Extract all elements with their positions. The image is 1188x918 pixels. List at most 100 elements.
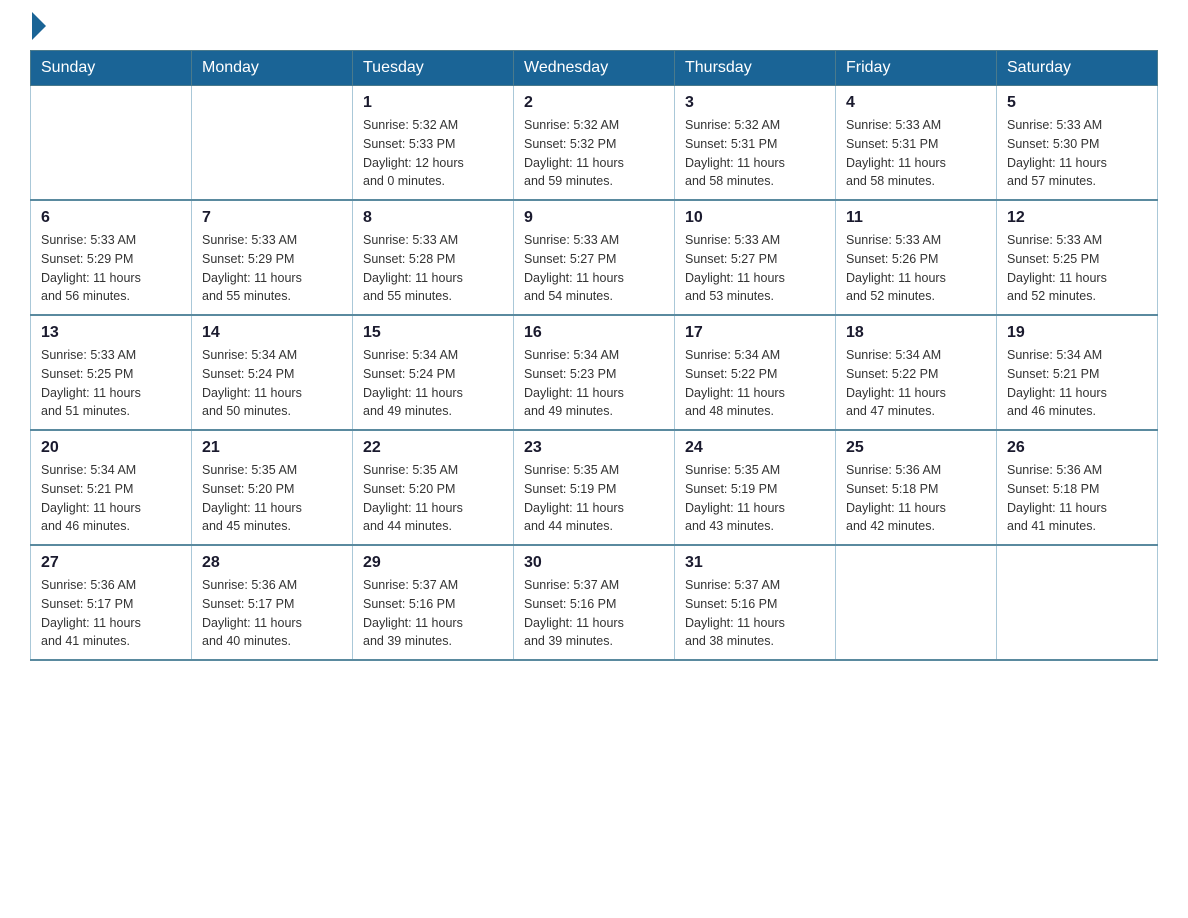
calendar-cell-w3-d2: 14 Sunrise: 5:34 AMSunset: 5:24 PMDayligh… bbox=[192, 315, 353, 430]
calendar-cell-w5-d2: 28 Sunrise: 5:36 AMSunset: 5:17 PMDayligh… bbox=[192, 545, 353, 660]
calendar-cell-w2-d4: 9Sunrise: 5:33 AMSunset: 5:27 PMDaylight… bbox=[514, 200, 675, 315]
calendar-cell-w5-d7 bbox=[997, 545, 1158, 660]
calendar-cell-w4-d7: 26 Sunrise: 5:36 AMSunset: 5:18 PMDayligh… bbox=[997, 430, 1158, 545]
day-info: Sunrise: 5:32 AMSunset: 5:33 PMDaylight:… bbox=[363, 116, 503, 191]
day-number: 4 bbox=[846, 94, 986, 112]
day-info: Sunrise: 5:34 AMSunset: 5:22 PMDaylight:… bbox=[685, 346, 825, 421]
calendar-week-2: 6Sunrise: 5:33 AMSunset: 5:29 PMDaylight… bbox=[31, 200, 1158, 315]
calendar-cell-w1-d3: 1Sunrise: 5:32 AMSunset: 5:33 PMDaylight… bbox=[353, 86, 514, 201]
calendar-cell-w2-d2: 7 Sunrise: 5:33 AMSunset: 5:29 PMDaylight… bbox=[192, 200, 353, 315]
weekday-header-wednesday: Wednesday bbox=[514, 51, 675, 86]
day-info: Sunrise: 5:32 AMSunset: 5:32 PMDaylight:… bbox=[524, 116, 664, 191]
calendar-cell-w3-d4: 16 Sunrise: 5:34 AMSunset: 5:23 PMDayligh… bbox=[514, 315, 675, 430]
day-number: 23 bbox=[524, 439, 664, 457]
day-info: Sunrise: 5:34 AMSunset: 5:24 PMDaylight:… bbox=[363, 346, 503, 421]
day-number: 28 bbox=[202, 554, 342, 572]
calendar-week-1: 1Sunrise: 5:32 AMSunset: 5:33 PMDaylight… bbox=[31, 86, 1158, 201]
day-number: 12 bbox=[1007, 209, 1147, 227]
day-info: Sunrise: 5:33 AMSunset: 5:31 PMDaylight:… bbox=[846, 116, 986, 191]
day-info: Sunrise: 5:33 AMSunset: 5:25 PMDaylight:… bbox=[1007, 231, 1147, 306]
calendar-week-3: 13Sunrise: 5:33 AMSunset: 5:25 PMDayligh… bbox=[31, 315, 1158, 430]
day-info: Sunrise: 5:36 AMSunset: 5:18 PMDaylight:… bbox=[1007, 461, 1147, 536]
day-info: Sunrise: 5:33 AMSunset: 5:27 PMDaylight:… bbox=[685, 231, 825, 306]
calendar-body: 1Sunrise: 5:32 AMSunset: 5:33 PMDaylight… bbox=[31, 86, 1158, 661]
day-info: Sunrise: 5:34 AMSunset: 5:21 PMDaylight:… bbox=[41, 461, 181, 536]
calendar-cell-w4-d1: 20Sunrise: 5:34 AMSunset: 5:21 PMDayligh… bbox=[31, 430, 192, 545]
day-info: Sunrise: 5:36 AMSunset: 5:18 PMDaylight:… bbox=[846, 461, 986, 536]
calendar-cell-w4-d2: 21Sunrise: 5:35 AMSunset: 5:20 PMDayligh… bbox=[192, 430, 353, 545]
day-number: 3 bbox=[685, 94, 825, 112]
day-info: Sunrise: 5:37 AMSunset: 5:16 PMDaylight:… bbox=[524, 576, 664, 651]
day-info: Sunrise: 5:34 AMSunset: 5:21 PMDaylight:… bbox=[1007, 346, 1147, 421]
day-number: 16 bbox=[524, 324, 664, 342]
calendar-cell-w5-d5: 31Sunrise: 5:37 AMSunset: 5:16 PMDayligh… bbox=[675, 545, 836, 660]
calendar-cell-w2-d7: 12 Sunrise: 5:33 AMSunset: 5:25 PMDayligh… bbox=[997, 200, 1158, 315]
calendar-cell-w3-d5: 17 Sunrise: 5:34 AMSunset: 5:22 PMDayligh… bbox=[675, 315, 836, 430]
calendar-cell-w2-d1: 6Sunrise: 5:33 AMSunset: 5:29 PMDaylight… bbox=[31, 200, 192, 315]
calendar-header: SundayMondayTuesdayWednesdayThursdayFrid… bbox=[31, 51, 1158, 86]
day-info: Sunrise: 5:33 AMSunset: 5:30 PMDaylight:… bbox=[1007, 116, 1147, 191]
calendar-cell-w1-d4: 2 Sunrise: 5:32 AMSunset: 5:32 PMDaylight… bbox=[514, 86, 675, 201]
logo-triangle-icon bbox=[32, 12, 46, 40]
day-info: Sunrise: 5:34 AMSunset: 5:22 PMDaylight:… bbox=[846, 346, 986, 421]
day-info: Sunrise: 5:35 AMSunset: 5:19 PMDaylight:… bbox=[685, 461, 825, 536]
day-number: 25 bbox=[846, 439, 986, 457]
day-number: 10 bbox=[685, 209, 825, 227]
day-number: 2 bbox=[524, 94, 664, 112]
calendar-cell-w5-d6 bbox=[836, 545, 997, 660]
day-info: Sunrise: 5:33 AMSunset: 5:28 PMDaylight:… bbox=[363, 231, 503, 306]
day-number: 19 bbox=[1007, 324, 1147, 342]
day-number: 24 bbox=[685, 439, 825, 457]
weekday-header-sunday: Sunday bbox=[31, 51, 192, 86]
calendar-cell-w4-d6: 25 Sunrise: 5:36 AMSunset: 5:18 PMDayligh… bbox=[836, 430, 997, 545]
day-info: Sunrise: 5:37 AMSunset: 5:16 PMDaylight:… bbox=[685, 576, 825, 651]
day-number: 9 bbox=[524, 209, 664, 227]
day-info: Sunrise: 5:37 AMSunset: 5:16 PMDaylight:… bbox=[363, 576, 503, 651]
day-info: Sunrise: 5:33 AMSunset: 5:29 PMDaylight:… bbox=[202, 231, 342, 306]
day-number: 18 bbox=[846, 324, 986, 342]
day-number: 27 bbox=[41, 554, 181, 572]
day-number: 8 bbox=[363, 209, 503, 227]
day-info: Sunrise: 5:33 AMSunset: 5:25 PMDaylight:… bbox=[41, 346, 181, 421]
weekday-header-monday: Monday bbox=[192, 51, 353, 86]
day-info: Sunrise: 5:35 AMSunset: 5:19 PMDaylight:… bbox=[524, 461, 664, 536]
calendar-cell-w4-d4: 23 Sunrise: 5:35 AMSunset: 5:19 PMDayligh… bbox=[514, 430, 675, 545]
calendar-cell-w1-d6: 4 Sunrise: 5:33 AMSunset: 5:31 PMDaylight… bbox=[836, 86, 997, 201]
calendar-week-5: 27 Sunrise: 5:36 AMSunset: 5:17 PMDayligh… bbox=[31, 545, 1158, 660]
day-number: 30 bbox=[524, 554, 664, 572]
calendar-cell-w1-d7: 5 Sunrise: 5:33 AMSunset: 5:30 PMDaylight… bbox=[997, 86, 1158, 201]
logo bbox=[30, 20, 46, 40]
day-number: 17 bbox=[685, 324, 825, 342]
calendar-week-4: 20Sunrise: 5:34 AMSunset: 5:21 PMDayligh… bbox=[31, 430, 1158, 545]
weekday-header-row: SundayMondayTuesdayWednesdayThursdayFrid… bbox=[31, 51, 1158, 86]
calendar-cell-w3-d6: 18 Sunrise: 5:34 AMSunset: 5:22 PMDayligh… bbox=[836, 315, 997, 430]
calendar-cell-w1-d1 bbox=[31, 86, 192, 201]
day-info: Sunrise: 5:34 AMSunset: 5:23 PMDaylight:… bbox=[524, 346, 664, 421]
day-number: 7 bbox=[202, 209, 342, 227]
day-info: Sunrise: 5:33 AMSunset: 5:29 PMDaylight:… bbox=[41, 231, 181, 306]
day-number: 14 bbox=[202, 324, 342, 342]
weekday-header-thursday: Thursday bbox=[675, 51, 836, 86]
calendar-cell-w1-d2 bbox=[192, 86, 353, 201]
day-info: Sunrise: 5:36 AMSunset: 5:17 PMDaylight:… bbox=[202, 576, 342, 651]
day-info: Sunrise: 5:34 AMSunset: 5:24 PMDaylight:… bbox=[202, 346, 342, 421]
day-number: 21 bbox=[202, 439, 342, 457]
weekday-header-saturday: Saturday bbox=[997, 51, 1158, 86]
weekday-header-friday: Friday bbox=[836, 51, 997, 86]
day-number: 26 bbox=[1007, 439, 1147, 457]
calendar-cell-w3-d1: 13Sunrise: 5:33 AMSunset: 5:25 PMDayligh… bbox=[31, 315, 192, 430]
calendar-cell-w1-d5: 3Sunrise: 5:32 AMSunset: 5:31 PMDaylight… bbox=[675, 86, 836, 201]
calendar-cell-w2-d5: 10 Sunrise: 5:33 AMSunset: 5:27 PMDayligh… bbox=[675, 200, 836, 315]
day-number: 22 bbox=[363, 439, 503, 457]
page-header bbox=[30, 20, 1158, 40]
day-number: 11 bbox=[846, 209, 986, 227]
calendar-cell-w2-d3: 8 Sunrise: 5:33 AMSunset: 5:28 PMDaylight… bbox=[353, 200, 514, 315]
calendar-cell-w3-d7: 19 Sunrise: 5:34 AMSunset: 5:21 PMDayligh… bbox=[997, 315, 1158, 430]
day-number: 5 bbox=[1007, 94, 1147, 112]
calendar-cell-w5-d3: 29Sunrise: 5:37 AMSunset: 5:16 PMDayligh… bbox=[353, 545, 514, 660]
weekday-header-tuesday: Tuesday bbox=[353, 51, 514, 86]
calendar-table: SundayMondayTuesdayWednesdayThursdayFrid… bbox=[30, 50, 1158, 661]
calendar-cell-w5-d1: 27Sunrise: 5:36 AMSunset: 5:17 PMDayligh… bbox=[31, 545, 192, 660]
day-info: Sunrise: 5:35 AMSunset: 5:20 PMDaylight:… bbox=[363, 461, 503, 536]
calendar-cell-w2-d6: 11Sunrise: 5:33 AMSunset: 5:26 PMDayligh… bbox=[836, 200, 997, 315]
